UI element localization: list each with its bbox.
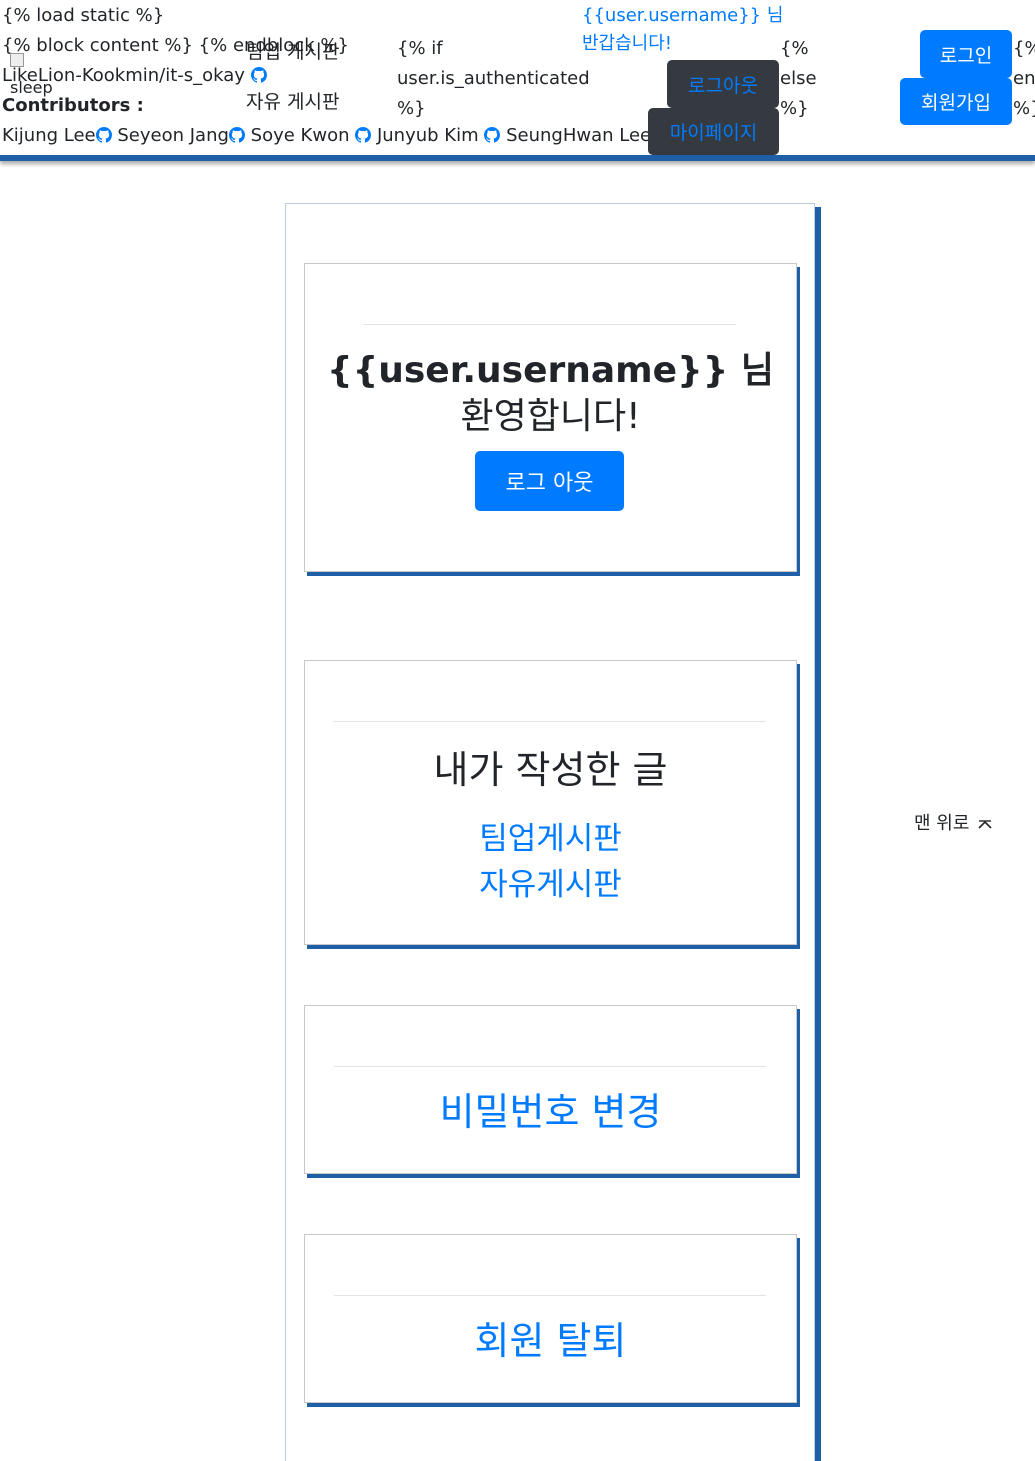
my-posts-teamup-link[interactable]: 팀업게시판 (305, 819, 796, 859)
github-icon[interactable] (355, 127, 372, 143)
template-if-line: {% if (397, 38, 443, 59)
card-divider (334, 721, 766, 722)
my-posts-free-link[interactable]: 자유게시판 (305, 865, 796, 905)
change-password-link[interactable]: 비밀번호 변경 (305, 1087, 796, 1137)
nav-teamup-board[interactable]: 팀업 게시판 (246, 37, 339, 67)
withdraw-card: 회원 탈퇴 (304, 1234, 797, 1403)
template-if-condition: user.is_authenticated (397, 68, 590, 89)
contributor-name[interactable]: SeungHwan Lee (506, 125, 651, 146)
chevron-up-icon (978, 820, 992, 829)
scroll-top-button[interactable]: 맨 위로 (914, 812, 993, 836)
template-else-keyword: else (780, 68, 817, 89)
welcome-username: {{user.username}} 님 (305, 348, 796, 394)
my-posts-title: 내가 작성한 글 (433, 748, 668, 792)
my-posts-card: 내가 작성한 글 팀업게시판 자유게시판 (304, 660, 797, 945)
template-load-static: {% load static %} (2, 5, 165, 26)
mypage-nav-button[interactable]: 마이페이지 (648, 108, 779, 155)
header-divider (0, 155, 1035, 161)
repo-name: LikeLion-Kookmin/it-s_okay (2, 65, 245, 86)
contributor-name[interactable]: Soye Kwon (251, 125, 350, 146)
logout-button[interactable]: 로그 아웃 (475, 451, 624, 511)
github-icon[interactable] (228, 127, 245, 143)
contributors-list: Kijung Lee Seyeon Jang Soye Kwon Junyub … (2, 121, 651, 151)
withdraw-link[interactable]: 회원 탈퇴 (305, 1316, 796, 1366)
card-divider (334, 1295, 766, 1296)
github-icon[interactable] (95, 127, 112, 143)
scroll-top-label: 맨 위로 (914, 813, 970, 834)
contributor-name[interactable]: Kijung Lee (2, 125, 96, 146)
mypage-container: {{user.username}} 님 환영합니다! 로그 아웃 내가 작성한 … (285, 203, 815, 1461)
contributor-name[interactable]: Junyub Kim (377, 125, 479, 146)
logout-nav-button[interactable]: 로그아웃 (667, 60, 779, 108)
template-if-close: %} (397, 98, 426, 119)
template-else-open: {% (780, 38, 809, 59)
template-endif-open: {% (1013, 38, 1035, 59)
github-icon[interactable] (484, 127, 501, 143)
template-endif-keyword: en (1013, 68, 1035, 89)
card-divider (364, 324, 736, 325)
welcome-message: 환영합니다! (460, 396, 641, 437)
signup-button[interactable]: 회원가입 (900, 78, 1012, 125)
nav-free-board[interactable]: 자유 게시판 (246, 87, 339, 117)
card-divider (334, 1066, 766, 1067)
welcome-line1: {{user.username}} 님 (326, 350, 774, 391)
template-endif-close: %} (1013, 98, 1035, 119)
repo-link[interactable]: LikeLion-Kookmin/it-s_okay (2, 61, 267, 91)
nav-greeting-message: 반갑습니다! (582, 33, 673, 54)
contributors-label: Contributors : (2, 95, 144, 116)
nav-greeting-username: {{user.username}} 님 (582, 5, 784, 26)
contributor-name[interactable]: Seyeon Jang (117, 125, 229, 146)
change-password-card: 비밀번호 변경 (304, 1005, 797, 1174)
template-else-close: %} (780, 98, 809, 119)
github-icon (250, 67, 267, 83)
login-button[interactable]: 로그인 (920, 30, 1012, 78)
welcome-card: {{user.username}} 님 환영합니다! 로그 아웃 (304, 263, 797, 572)
